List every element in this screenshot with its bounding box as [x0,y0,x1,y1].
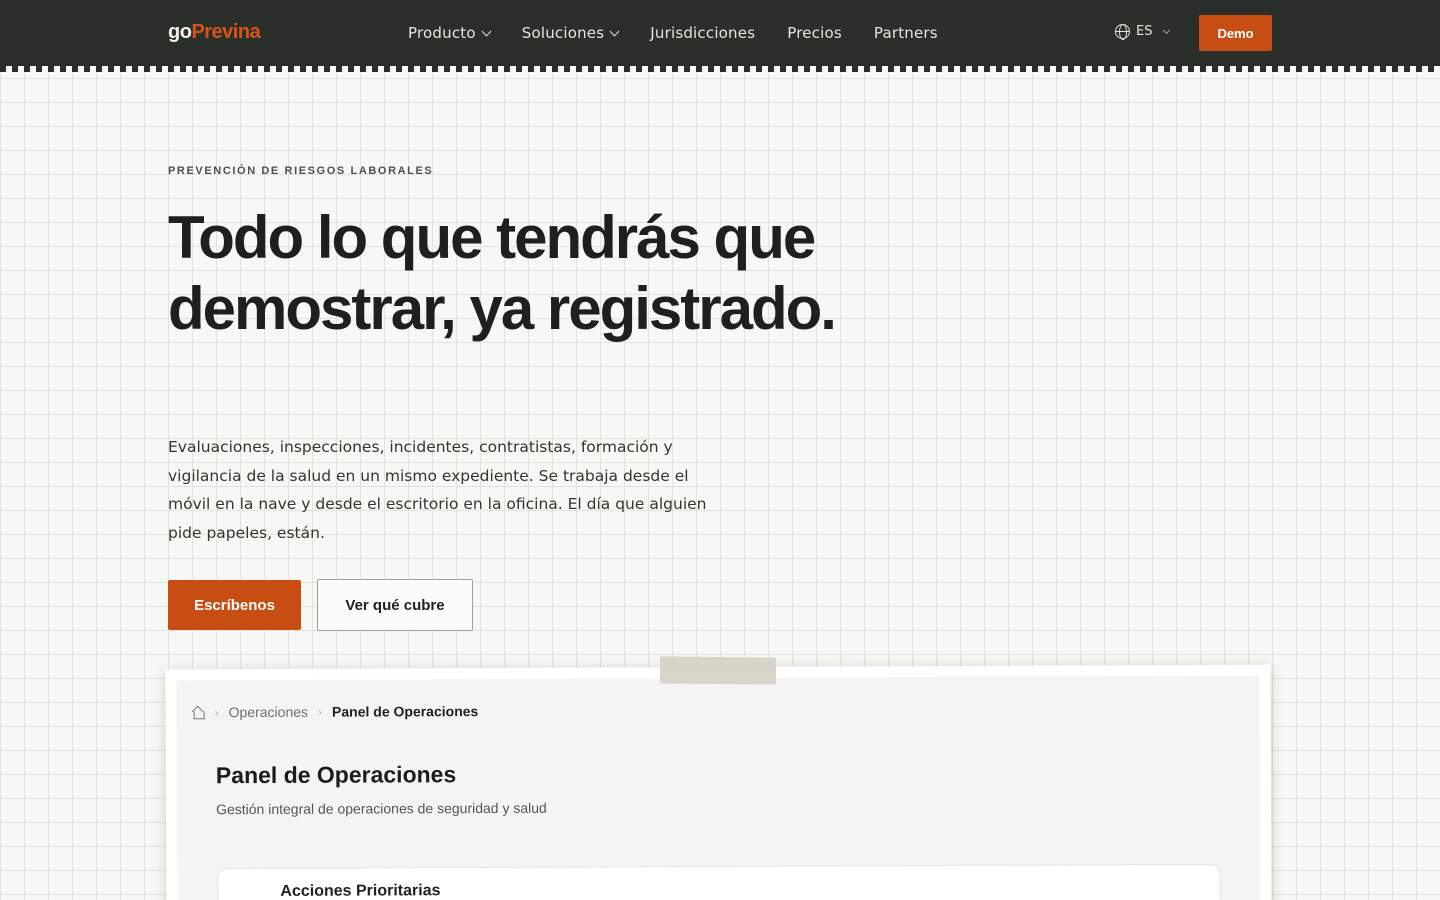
breadcrumb: › Operaciones › Panel de Operaciones [192,703,479,720]
breadcrumb-current: Panel de Operaciones [331,703,479,720]
nav-precios[interactable]: Precios [787,24,842,42]
product-screenshot-card: › Operaciones › Panel de Operaciones Pan… [165,664,1272,900]
priority-actions-title: Acciones Prioritarias [280,882,441,900]
panel-subtitle: Gestión integral de operaciones de segur… [216,799,547,818]
logo[interactable]: goPrevina [168,21,261,44]
tape-decoration [659,656,777,685]
breadcrumb-operaciones: Operaciones [228,703,309,721]
language-selector[interactable]: ES [1115,24,1171,40]
hero-headline: Todo lo que tendrás que demostrar, ya re… [168,204,837,342]
nav-serrated-edge [0,66,1440,72]
chevron-down-icon [1163,26,1171,34]
breadcrumb-separator: › [214,705,219,720]
nav-partners[interactable]: Partners [874,24,938,42]
globe-icon [1115,24,1130,40]
top-nav: goPrevina Producto Soluciones Jurisdicci… [0,0,1440,66]
priority-actions-card: Acciones Prioritarias [217,863,1221,900]
hero-eyebrow: PREVENCIÓN DE RIESGOS LABORALES [168,165,434,177]
panel-title: Panel de Operaciones [215,761,457,789]
language-label: ES [1136,24,1153,39]
see-coverage-button[interactable]: Ver qué cubre [317,579,473,631]
contact-button[interactable]: Escríbenos [168,580,301,630]
logo-brand: Previna [191,21,261,43]
nav-links: Producto Soluciones Jurisdicciones Preci… [408,0,938,66]
breadcrumb-separator: › [317,704,323,719]
home-icon [192,706,205,719]
nav-jurisdicciones[interactable]: Jurisdicciones [650,24,755,42]
hero-lede: Evaluaciones, inspecciones, incidentes, … [168,438,707,543]
chevron-down-icon [609,26,620,36]
logo-go: go [168,21,192,43]
nav-soluciones-label: Soluciones [521,24,605,42]
nav-producto-label: Producto [408,24,476,42]
demo-button[interactable]: Demo [1199,15,1272,51]
nav-soluciones[interactable]: Soluciones [521,24,620,42]
screenshot-content: › Operaciones › Panel de Operaciones Pan… [176,675,1261,900]
nav-producto[interactable]: Producto [408,24,492,42]
chevron-down-icon [481,26,492,36]
